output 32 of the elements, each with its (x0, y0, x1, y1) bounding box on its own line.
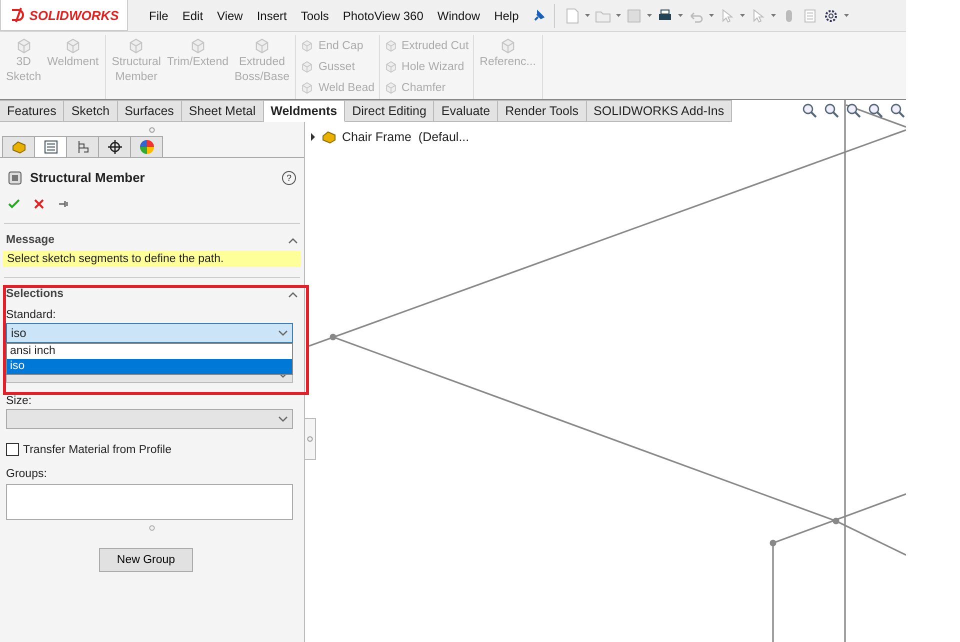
menu-item[interactable]: Window (430, 8, 488, 22)
tree-item[interactable]: Chair Frame (Defaul... (342, 130, 470, 144)
checkbox-label[interactable]: Transfer Material from Profile (23, 444, 172, 456)
tab[interactable]: Evaluate (434, 100, 498, 122)
new-group-button[interactable]: New Group (99, 548, 193, 572)
menu-item[interactable]: View (210, 8, 250, 22)
dropdown-option[interactable]: ansi inch (7, 344, 292, 359)
field-label: Size: (5, 394, 33, 409)
tab[interactable]: Render Tools (498, 100, 587, 122)
tab[interactable]: SOLIDWORKS Add-Ins (586, 100, 732, 122)
menu-item[interactable]: Tools (294, 8, 336, 22)
help-button[interactable]: ? (282, 170, 296, 184)
menu-item[interactable]: Insert (250, 8, 294, 22)
tab[interactable]: Sketch (64, 100, 118, 122)
tab[interactable]: Direct Editing (345, 100, 434, 122)
menu-item[interactable]: File (142, 8, 176, 22)
logo-text: SOLIDWORKS (29, 8, 119, 22)
menu-item[interactable]: Edit (175, 8, 210, 22)
field-label: Standard: (5, 308, 57, 323)
section-title: Message (6, 234, 55, 246)
menu-item[interactable]: PhotoView 360 (336, 8, 430, 22)
tab[interactable]: Features (0, 100, 64, 122)
tab[interactable]: Sheet Metal (182, 100, 264, 122)
tab[interactable]: Weldments (264, 100, 346, 122)
standard-dropdown[interactable]: iso (6, 323, 293, 343)
section-title: Selections (6, 288, 64, 300)
tab[interactable]: Surfaces (118, 100, 182, 122)
field-label: Groups: (5, 467, 48, 482)
panel-title: Structural Member (30, 170, 146, 185)
menu-item[interactable]: Help (487, 8, 526, 22)
dropdown-option[interactable]: iso (7, 359, 292, 374)
message-text: Select sketch segments to define the path. (3, 251, 301, 267)
